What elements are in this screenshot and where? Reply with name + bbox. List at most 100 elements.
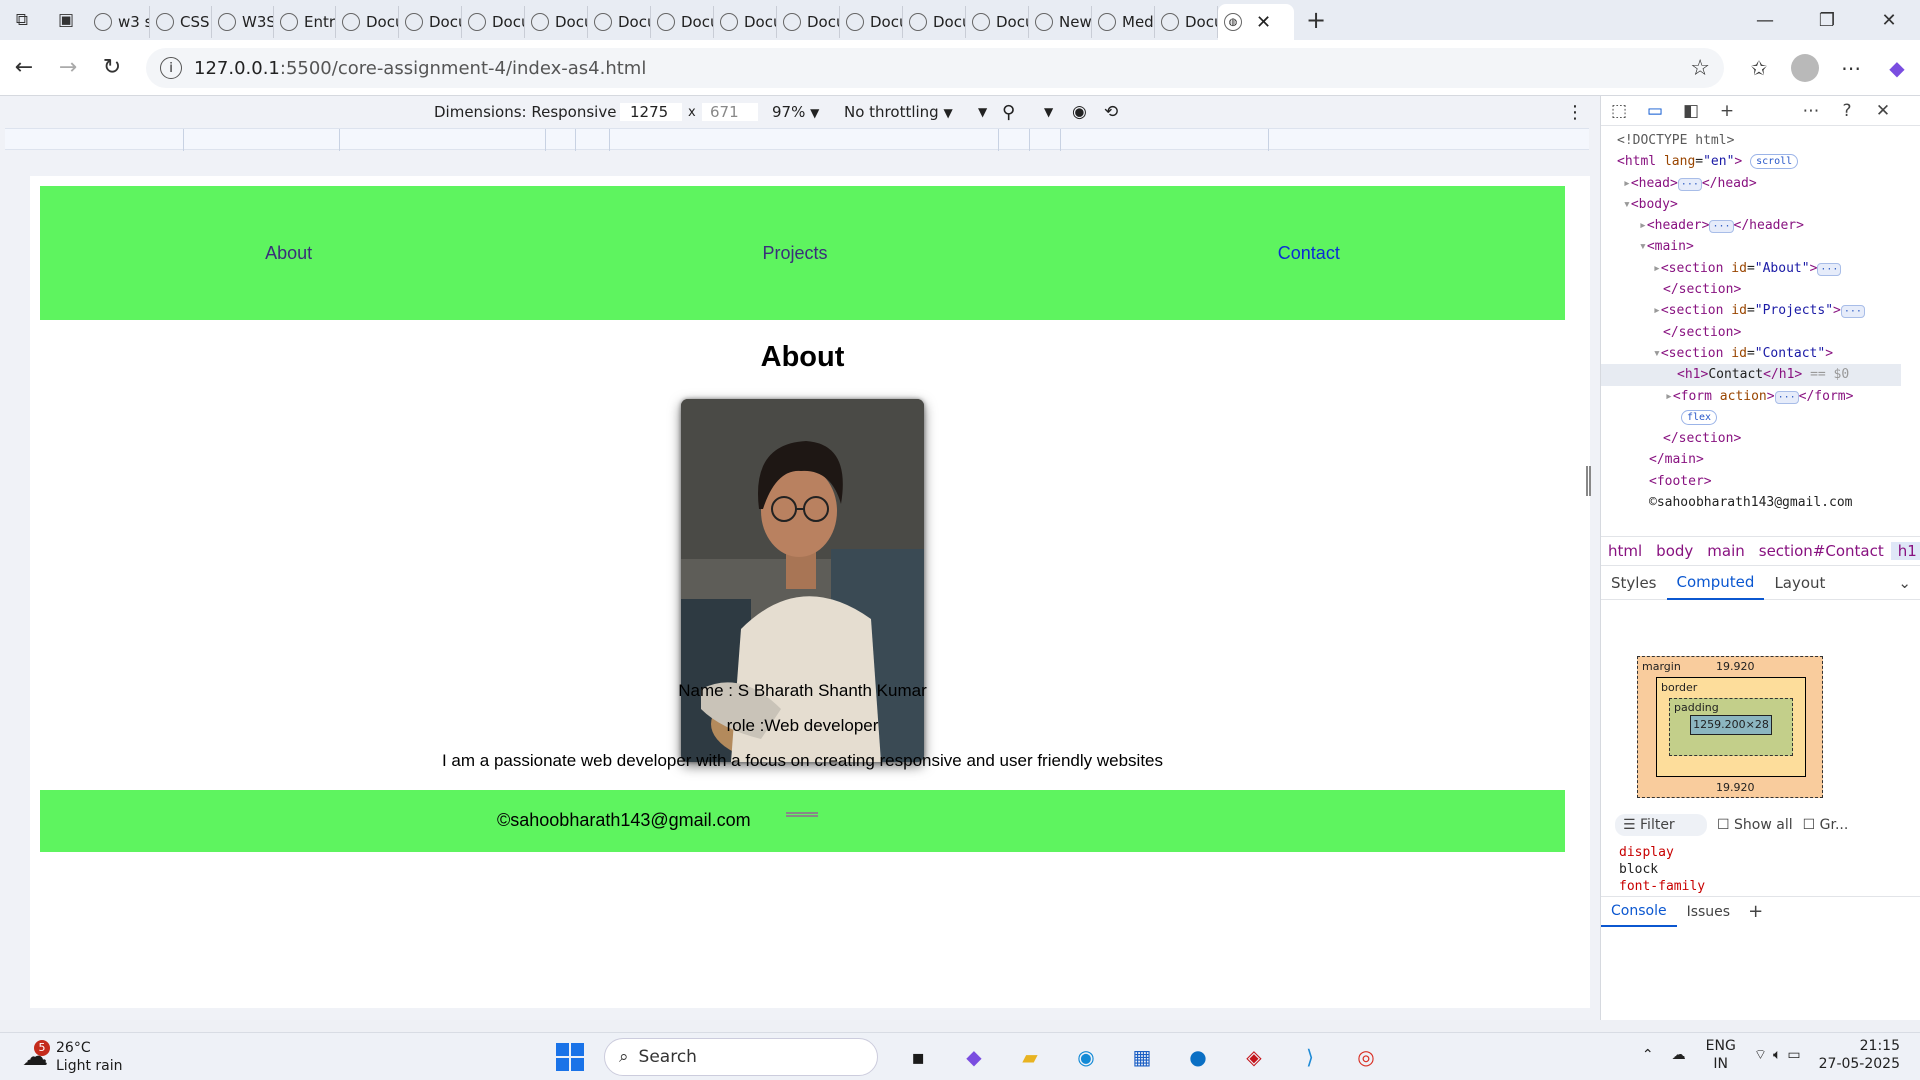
media-select[interactable]: ▼: [1044, 105, 1053, 119]
tab-layout[interactable]: Layout: [1764, 566, 1835, 600]
nav-link-about[interactable]: About: [265, 243, 312, 264]
tab[interactable]: Docu: [525, 6, 588, 38]
zoom-select[interactable]: 97% ▼: [772, 103, 819, 121]
device-toggle-icon[interactable]: ▭: [1637, 101, 1673, 121]
forward-icon[interactable]: →: [46, 46, 90, 90]
mcafee-icon[interactable]: ◈: [1226, 1039, 1282, 1075]
tab-styles[interactable]: Styles: [1601, 566, 1667, 600]
edge-icon[interactable]: ◉: [1058, 1039, 1114, 1075]
add-drawer-tab-icon[interactable]: +: [1740, 901, 1771, 922]
store-icon[interactable]: ▦: [1114, 1039, 1170, 1075]
nav-link-projects[interactable]: Projects: [762, 243, 827, 264]
ellipsis-badge[interactable]: ···: [1840, 305, 1865, 319]
flex-badge[interactable]: flex: [1681, 409, 1718, 425]
dock-icon[interactable]: ◧: [1673, 101, 1709, 121]
tab-active[interactable]: ◍ ✕: [1218, 4, 1294, 40]
toolbar-more-icon[interactable]: ⋮: [1566, 102, 1584, 123]
vision-icon[interactable]: ◉: [1072, 102, 1087, 122]
more-menu-icon[interactable]: ⋯: [1828, 56, 1874, 80]
sensor-icon[interactable]: ⚲: [1002, 102, 1015, 123]
tab[interactable]: Docu: [588, 6, 651, 38]
resize-handle[interactable]: [786, 812, 818, 817]
weather-widget[interactable]: ☁ 5 26°C Light rain: [22, 1039, 123, 1075]
url-input[interactable]: i 127.0.0.1:5500/core-assignment-4/index…: [146, 48, 1724, 88]
volume-icon[interactable]: 🔈︎: [1773, 1047, 1781, 1063]
refresh-icon[interactable]: ↻: [90, 46, 134, 90]
prop-value[interactable]: block: [1619, 861, 1705, 878]
task-view-icon[interactable]: ▪: [890, 1039, 946, 1075]
breadcrumb-item[interactable]: main: [1700, 542, 1751, 560]
ellipsis-badge[interactable]: ···: [1774, 390, 1799, 404]
ellipsis-badge[interactable]: ···: [1817, 262, 1842, 276]
close-window-icon[interactable]: ✕: [1858, 0, 1920, 40]
tab[interactable]: Docu: [462, 6, 525, 38]
dell-icon[interactable]: ●: [1170, 1039, 1226, 1075]
tab[interactable]: CSS g: [150, 6, 212, 38]
ellipsis-badge[interactable]: ···: [1709, 220, 1734, 234]
language-indicator[interactable]: ENG IN: [1706, 1037, 1736, 1073]
inspect-icon[interactable]: ⬚: [1601, 101, 1637, 121]
clock[interactable]: 21:15 27-05-2025: [1819, 1037, 1900, 1073]
tray-chevron-icon[interactable]: ⌃: [1642, 1047, 1654, 1063]
copilot-app-icon[interactable]: ◆: [946, 1039, 1002, 1075]
tab[interactable]: Docu: [1155, 6, 1218, 38]
filter-input[interactable]: ☰ Filter: [1615, 814, 1707, 836]
onedrive-icon[interactable]: ☁: [1672, 1047, 1686, 1063]
dimensions-select[interactable]: Dimensions: Responsive ▼: [434, 103, 630, 121]
throttling-select[interactable]: No throttling ▼: [844, 103, 953, 121]
help-icon[interactable]: ?: [1829, 101, 1865, 121]
height-input[interactable]: 671: [702, 103, 758, 121]
tab[interactable]: w3 sc: [88, 6, 150, 38]
file-explorer-icon[interactable]: ▰: [1002, 1039, 1058, 1075]
wifi-icon[interactable]: ⌔: [1754, 1046, 1767, 1064]
vscode-icon[interactable]: ⟩: [1282, 1039, 1338, 1075]
media-query-ruler[interactable]: [5, 128, 1589, 151]
tab[interactable]: Docu: [651, 6, 714, 38]
tab-computed[interactable]: Computed: [1666, 566, 1765, 600]
devtools-more-icon[interactable]: ⋯: [1793, 101, 1829, 121]
ellipsis-badge[interactable]: ···: [1677, 177, 1702, 191]
minimize-icon[interactable]: —: [1734, 0, 1796, 40]
chevron-down-icon[interactable]: ⌄: [1888, 566, 1920, 600]
start-button[interactable]: [556, 1043, 584, 1071]
tab[interactable]: Docu: [336, 6, 399, 38]
chrome-icon[interactable]: ◎: [1338, 1039, 1394, 1075]
vertical-tabs-icon[interactable]: ▣: [44, 0, 88, 40]
close-tab-icon[interactable]: ✕: [1256, 12, 1271, 33]
dom-tree[interactable]: <!DOCTYPE html> <html lang="en"> scroll …: [1601, 130, 1901, 520]
taskbar-search[interactable]: ⌕ Search: [604, 1038, 878, 1076]
save-data-toggle[interactable]: ▼: [978, 105, 987, 119]
add-panel-icon[interactable]: +: [1709, 101, 1745, 121]
breadcrumb-item[interactable]: html: [1601, 542, 1649, 560]
new-tab-icon[interactable]: +: [1294, 0, 1338, 40]
copilot-icon[interactable]: ◆: [1874, 56, 1920, 80]
breadcrumb-item[interactable]: section#Contact: [1752, 542, 1891, 560]
group-checkbox[interactable]: ☐ Gr...: [1803, 817, 1849, 833]
tab[interactable]: Docu: [840, 6, 903, 38]
tab[interactable]: New: [1029, 6, 1092, 38]
width-input[interactable]: 1275: [620, 103, 682, 121]
tab[interactable]: Docu: [966, 6, 1029, 38]
tab[interactable]: Medi: [1092, 6, 1155, 38]
devtools-close-icon[interactable]: ✕: [1865, 101, 1901, 121]
breadcrumb-item[interactable]: h1: [1890, 542, 1920, 560]
scroll-badge[interactable]: scroll: [1750, 154, 1799, 170]
show-all-checkbox[interactable]: ☐ Show all: [1717, 817, 1793, 833]
tab[interactable]: Docu: [714, 6, 777, 38]
tab[interactable]: Docu: [903, 6, 966, 38]
tab[interactable]: Docu: [399, 6, 462, 38]
tab-issues[interactable]: Issues: [1677, 904, 1741, 920]
profile-avatar[interactable]: [1791, 54, 1819, 82]
tab[interactable]: W3Sc: [212, 6, 274, 38]
tab[interactable]: Docu: [777, 6, 840, 38]
rotate-icon[interactable]: ⟲: [1104, 102, 1118, 122]
favorites-icon[interactable]: ✩: [1736, 56, 1782, 80]
tab-console[interactable]: Console: [1601, 897, 1677, 927]
nav-link-contact[interactable]: Contact: [1278, 243, 1340, 264]
side-resize-handle[interactable]: [1586, 466, 1591, 496]
favorite-star-icon[interactable]: ☆: [1690, 56, 1710, 81]
site-info-icon[interactable]: i: [160, 57, 182, 79]
workspaces-icon[interactable]: ⧉: [0, 0, 44, 40]
battery-icon[interactable]: ▭: [1787, 1047, 1800, 1063]
back-icon[interactable]: ←: [2, 46, 46, 90]
